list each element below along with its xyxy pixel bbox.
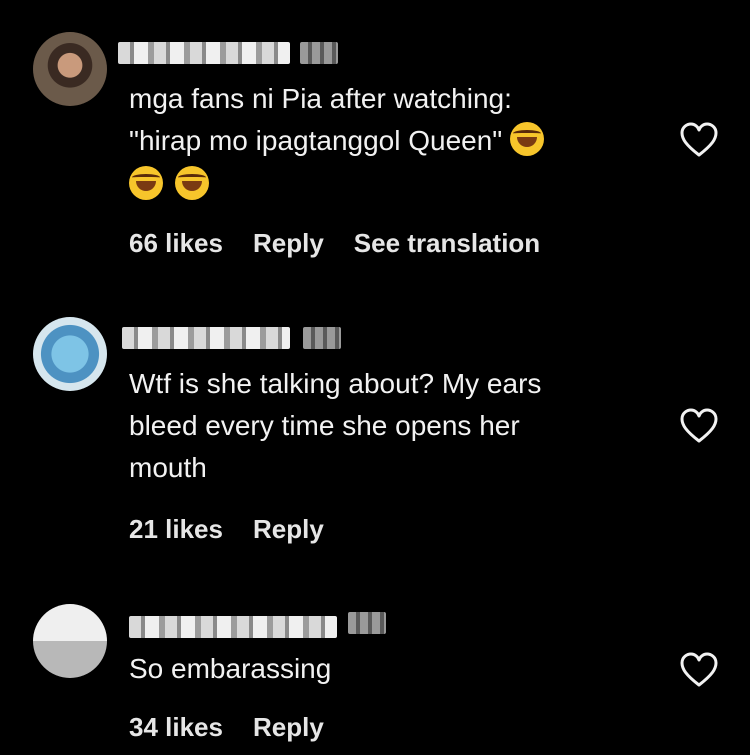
username-badge-blurred xyxy=(303,327,341,349)
laughing-emoji-icon xyxy=(129,166,163,200)
comment-text: So embarassing xyxy=(129,653,332,684)
avatar[interactable] xyxy=(33,317,107,391)
comment-text: mga fans ni Pia after watching: "hirap m… xyxy=(129,78,649,162)
comment-text: Wtf is she talking about? My ears bleed … xyxy=(129,368,542,483)
comment-text-line1: mga fans ni Pia after watching: xyxy=(129,83,512,114)
emoji-row xyxy=(129,166,221,200)
likes-count[interactable]: 66 likes xyxy=(129,228,223,259)
comment-meta: 34 likes Reply xyxy=(129,712,324,743)
username-blurred[interactable] xyxy=(118,42,290,64)
heart-outline-icon[interactable] xyxy=(680,408,718,444)
avatar[interactable] xyxy=(33,32,107,106)
avatar[interactable] xyxy=(33,604,107,678)
username-badge-blurred xyxy=(348,612,386,634)
username-blurred[interactable] xyxy=(122,327,290,349)
laughing-emoji-icon xyxy=(175,166,209,200)
username-blurred[interactable] xyxy=(129,616,337,638)
comment-meta: 66 likes Reply See translation xyxy=(129,228,540,259)
comment-meta: 21 likes Reply xyxy=(129,514,324,545)
heart-outline-icon[interactable] xyxy=(680,122,718,158)
reply-button[interactable]: Reply xyxy=(253,514,324,545)
likes-count[interactable]: 21 likes xyxy=(129,514,223,545)
heart-outline-icon[interactable] xyxy=(680,652,718,688)
see-translation-button[interactable]: See translation xyxy=(354,228,540,259)
comment-text-line2: "hirap mo ipagtanggol Queen" xyxy=(129,125,503,156)
reply-button[interactable]: Reply xyxy=(253,712,324,743)
reply-button[interactable]: Reply xyxy=(253,228,324,259)
likes-count[interactable]: 34 likes xyxy=(129,712,223,743)
username-badge-blurred xyxy=(300,42,338,64)
laughing-emoji-icon xyxy=(510,122,545,156)
